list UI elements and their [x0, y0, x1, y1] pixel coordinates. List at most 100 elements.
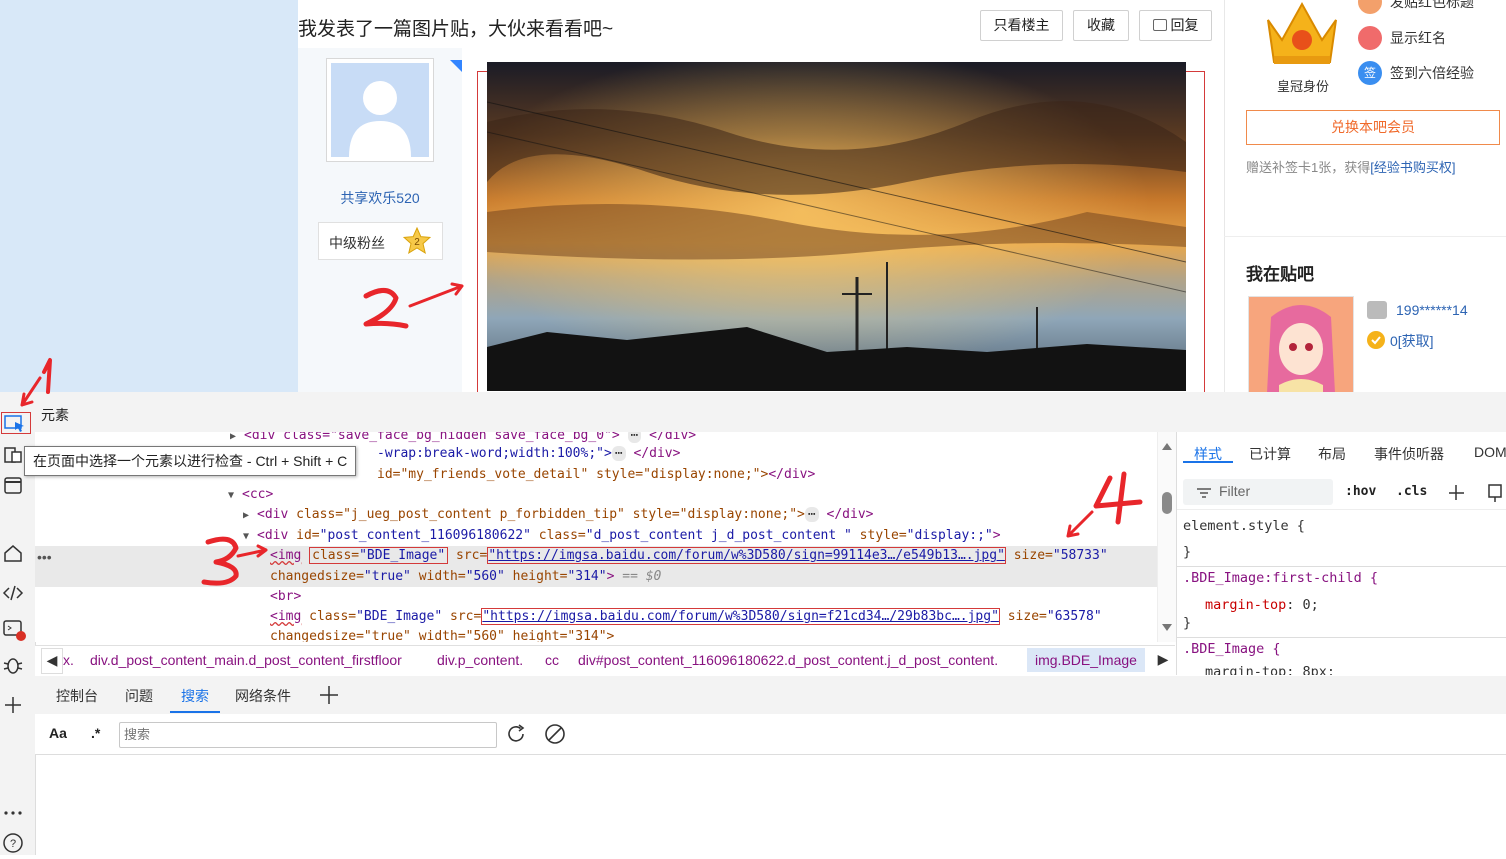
hover-state-toggle[interactable]: :hov — [1345, 484, 1376, 499]
clear-icon[interactable] — [544, 723, 566, 745]
tree-line-cc[interactable]: ▼ <cc> — [35, 485, 1157, 505]
add-drawer-tab-icon[interactable] — [319, 685, 339, 705]
more-tools-icon[interactable] — [2, 802, 24, 824]
tab-layout[interactable]: 布局 — [1318, 444, 1346, 464]
default-avatar-icon — [349, 81, 411, 157]
tab-network-conditions[interactable]: 网络条件 — [235, 686, 291, 706]
red-name-icon — [1358, 26, 1382, 50]
rule-margin-top[interactable]: margin-top: 0; — [1205, 597, 1319, 613]
tab-console[interactable]: 控制台 — [56, 686, 98, 706]
styles-filter-input[interactable]: Filter — [1183, 479, 1333, 505]
bonus-text: 赠送补签卡1张，获得[经验书购买权] — [1246, 160, 1456, 175]
panel-toggle-icon[interactable] — [2, 475, 24, 497]
breadcrumb-item[interactable]: div.d_post_content_main.d_post_content_f… — [90, 652, 402, 668]
breadcrumb-item[interactable]: div.p_content. — [437, 652, 523, 668]
breadcrumb-scroll-right[interactable]: ▶ — [1153, 648, 1173, 672]
user-coins: 0[获取] — [1390, 333, 1434, 349]
styles-pane: 样式 已计算 布局 事件侦听器 DOM — [1176, 432, 1506, 675]
redeem-membership-button[interactable]: 兑换本吧会员 — [1246, 110, 1500, 145]
tab-search[interactable]: 搜索 — [181, 686, 209, 706]
styles-tab-underline — [1183, 461, 1233, 463]
star-level-number: 2 — [414, 237, 420, 248]
author-name-link[interactable]: 共享欢乐520 — [298, 188, 462, 208]
user-avatar[interactable] — [1248, 296, 1354, 394]
drawer-tabbar: 控制台 问题 搜索 网络条件 — [35, 676, 1506, 715]
reply-button-label: 回复 — [1170, 17, 1199, 33]
tree-line-br[interactable]: <br> — [35, 587, 1157, 607]
rule-first-child-close: } — [1183, 615, 1192, 631]
styles-filter-bar: Filter :hov .cls — [1177, 475, 1506, 510]
post-title: 我发表了一篇图片贴，大伙来看看吧~ — [298, 19, 614, 40]
page-left-background — [0, 0, 298, 392]
elements-code-icon[interactable] — [2, 582, 24, 604]
breadcrumb-item[interactable]: x. — [63, 652, 74, 668]
console-icon[interactable] — [2, 618, 26, 641]
breadcrumb-scroll-left[interactable]: ◀ — [41, 648, 63, 674]
search-toolbar: Aa .* — [35, 714, 1506, 755]
rule-bde-image-clip: margin-top: 8px; — [1177, 662, 1506, 675]
user-level-icon — [1367, 301, 1387, 319]
row-options-icon[interactable]: ••• — [37, 549, 52, 565]
rule-element-style[interactable]: element.style { — [1183, 518, 1305, 534]
search-input[interactable] — [119, 722, 497, 748]
home-icon[interactable] — [2, 542, 24, 564]
match-case-toggle[interactable]: Aa — [49, 725, 67, 741]
tree-line-ueg-post[interactable]: ▶ <div class="j_ueg_post_content p_forbid… — [35, 505, 1157, 525]
device-toolbar-icon[interactable] — [2, 444, 24, 466]
elements-scrollbar[interactable] — [1157, 432, 1176, 642]
dom-breadcrumbs: ◀ x. div.d_post_content_main.d_post_cont… — [35, 645, 1175, 677]
rule-divider — [1177, 566, 1506, 567]
tab-computed[interactable]: 已计算 — [1249, 444, 1291, 464]
rule-element-style-close: } — [1183, 544, 1192, 560]
computed-sidebar-icon[interactable] — [1487, 483, 1503, 503]
crown-label: 皇冠身份 — [1276, 79, 1329, 94]
favorite-button[interactable]: 收藏 — [1073, 10, 1129, 41]
tree-line-img2-rest[interactable]: changedsize="true" width="560" height="3… — [35, 627, 1157, 642]
tree-line-img2[interactable]: <img class="BDE_Image" src="https://imgs… — [35, 607, 1157, 627]
filter-icon — [1197, 488, 1211, 498]
corner-badge-icon — [450, 60, 462, 72]
drawer-tab-underline — [170, 711, 220, 713]
sidebar-divider — [1224, 236, 1506, 237]
rule-first-child-selector[interactable]: .BDE_Image:first-child { — [1183, 570, 1378, 586]
reply-button[interactable]: 回复 — [1139, 10, 1212, 41]
regex-toggle[interactable]: .* — [91, 725, 100, 741]
inspect-tooltip: 在页面中选择一个元素以进行检查 - Ctrl + Shift + C — [24, 446, 357, 476]
user-name-link[interactable]: 199******14 — [1396, 302, 1468, 318]
new-style-rule-icon[interactable] — [1447, 483, 1467, 503]
add-tool-icon[interactable] — [2, 694, 24, 716]
star-level-icon: 2 — [403, 227, 431, 255]
rule-bde-image-partial: margin-top: 8px; — [1205, 664, 1336, 675]
tree-line-img1-selected[interactable]: <img class="BDE_Image" src="https://imgs… — [35, 546, 1157, 587]
post-image[interactable] — [487, 62, 1186, 391]
exp-book-link[interactable]: [经验书购买权] — [1370, 160, 1455, 175]
help-icon[interactable]: ? — [2, 832, 24, 854]
in-bar-title: 我在贴吧 — [1246, 265, 1314, 284]
breadcrumb-item[interactable]: div#post_content_116096180622.d_post_con… — [578, 652, 998, 668]
reply-icon — [1152, 19, 1167, 31]
rule-bde-image-selector[interactable]: .BDE_Image { — [1183, 641, 1281, 657]
author-avatar[interactable] — [326, 58, 434, 162]
tab-issues[interactable]: 问题 — [125, 686, 153, 706]
elements-panel-title: 元素 — [41, 407, 69, 423]
refresh-icon[interactable] — [505, 723, 527, 745]
devtools-header — [35, 392, 1506, 433]
tab-event-listeners[interactable]: 事件侦听器 — [1374, 444, 1444, 464]
bug-icon[interactable] — [2, 654, 24, 676]
fan-level-badge: 中级粉丝 2 — [318, 222, 443, 260]
breadcrumb-item-active[interactable]: img.BDE_Image — [1027, 648, 1145, 672]
class-toggle[interactable]: .cls — [1396, 484, 1427, 499]
only-op-button[interactable]: 只看楼主 — [980, 10, 1063, 41]
get-coins-link[interactable]: [获取] — [1398, 333, 1434, 349]
inspect-element-icon[interactable] — [1, 412, 31, 434]
rule-divider — [1177, 637, 1506, 638]
breadcrumb-item[interactable]: cc — [545, 652, 559, 668]
tab-dom[interactable]: DOM — [1474, 444, 1506, 460]
sign-in-icon: 签 — [1358, 61, 1382, 85]
fan-level-label: 中级粉丝 — [329, 235, 385, 251]
tree-line-post-content[interactable]: ▼ <div id="post_content_116096180622" cla… — [35, 526, 1157, 546]
anime-avatar-icon — [1267, 305, 1335, 393]
crown-icon — [1267, 1, 1337, 64]
svg-text:?: ? — [10, 838, 16, 850]
coin-icon — [1367, 331, 1385, 349]
